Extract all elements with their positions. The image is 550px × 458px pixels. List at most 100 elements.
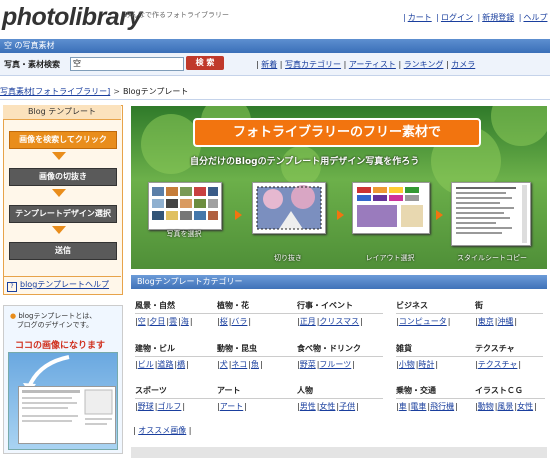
cat-link[interactable]: 小物 (399, 360, 415, 369)
category-link[interactable]: 写真カテゴリー (285, 60, 341, 69)
cat-link[interactable]: 女性 (319, 402, 335, 411)
cat-link[interactable]: 橋 (177, 360, 185, 369)
category-texture: テクスチャ |テクスチャ| (475, 343, 543, 370)
help-link[interactable]: ヘルプ (523, 13, 547, 22)
cat-link[interactable]: ネコ (231, 360, 247, 369)
cat-link[interactable]: テクスチャ (478, 360, 518, 369)
promo-template-preview (18, 386, 116, 444)
step-thumbnail-stylesheet (451, 182, 531, 246)
photo-grid-icon (152, 187, 218, 220)
category-city: 街 |東京|沖縄| (475, 300, 543, 327)
cat-link[interactable]: 男性 (300, 402, 316, 411)
step-thumbnail-select (148, 182, 222, 230)
crop-photo-icon (256, 185, 322, 230)
cat-link[interactable]: 女性 (517, 402, 533, 411)
cat-link[interactable]: 沖縄 (497, 317, 513, 326)
category-business: ビジネス |コンピュータ| (396, 300, 482, 327)
step-design: テンプレートデザイン選択 (9, 205, 117, 223)
category-plants: 植物・花 |桜|バラ| (217, 300, 303, 327)
cat-link[interactable]: 子供 (339, 402, 355, 411)
bullet-icon: ● (10, 312, 17, 320)
camera-link[interactable]: カメラ (451, 60, 475, 69)
ranking-link[interactable]: ランキング (404, 60, 444, 69)
code-sheet-icon (456, 185, 527, 243)
recommended-link: | オススメ画像 | (133, 426, 192, 435)
cat-link[interactable]: 電車 (410, 402, 426, 411)
cat-link[interactable]: バラ (231, 317, 247, 326)
category-title: Blogテンプレートカテゴリー (137, 277, 243, 286)
promo-highlight: ココの画像になります (15, 341, 106, 351)
cat-link[interactable]: 時計 (418, 360, 434, 369)
cat-link[interactable]: 東京 (478, 317, 494, 326)
search-label: 写真・素材検索 (4, 60, 60, 69)
promo-text: ● blogテンプレートとは、 ブログのデザインです。 (10, 312, 97, 329)
cat-link[interactable]: 飛行機 (430, 402, 454, 411)
artist-link[interactable]: アーティスト (349, 60, 396, 69)
category-events: 行事・イベント |正月|クリスマス| (297, 300, 383, 327)
category-vehicles: 乗物・交通 |車|電車|飛行機| (396, 385, 482, 412)
cat-link[interactable]: 車 (399, 402, 407, 411)
arrow-right-icon (436, 210, 443, 220)
caption-stylesheet: スタイルシートコピー (457, 254, 527, 262)
cat-link[interactable]: 野球 (138, 402, 154, 411)
category-buildings: 建物・ビル |ビル|道路|橋| (135, 343, 221, 370)
cat-link[interactable]: ビル (138, 360, 154, 369)
caption-layout: レイアウト選択 (365, 254, 415, 262)
cat-link[interactable]: 犬 (220, 360, 228, 369)
layout-palette-icon (357, 187, 423, 227)
category-food: 食べ物・ドリンク |野菜|フルーツ| (297, 343, 383, 370)
help-icon: ? (7, 282, 17, 292)
cat-link[interactable]: ゴルフ (157, 402, 181, 411)
site-tagline: みんなで作るフォトライブラリー (124, 11, 229, 19)
search-button[interactable]: 検 索 (186, 56, 224, 70)
cat-link[interactable]: クリスマス (319, 317, 359, 326)
search-section-title: 空 の写真素材 (4, 41, 55, 50)
site-logo[interactable]: photolibrary (2, 2, 142, 32)
arrow-down-icon (52, 189, 66, 197)
step-crop: 画像の切抜き (9, 168, 117, 186)
search-input[interactable]: 空 (70, 57, 184, 71)
step-search[interactable]: 画像を検索してクリック (9, 131, 117, 149)
banner-title: フォトライブラリーのフリー素材で (193, 118, 481, 147)
category-animals: 動物・昆虫 |犬|ネコ|魚| (217, 343, 303, 370)
category-illustration: イラストＣＧ |動物|風景|女性| (475, 385, 545, 412)
caption-crop: 切り抜き (274, 254, 302, 262)
template-help-link[interactable]: blogテンプレートヘルプ (20, 280, 109, 289)
cat-link[interactable]: 動物 (478, 402, 494, 411)
category-landscape: 風景・自然 |空|夕日|雲|海| (135, 300, 221, 327)
register-link[interactable]: 新規登録 (482, 13, 514, 22)
template-preview-icon (22, 389, 113, 425)
cat-link[interactable]: コンピュータ (399, 317, 447, 326)
category-goods: 雑貨 |小物|時計| (396, 343, 482, 370)
new-link[interactable]: 新着 (261, 60, 277, 69)
steps-panel-title: Blog テンプレート (3, 105, 121, 120)
cat-link[interactable]: 桜 (220, 317, 228, 326)
help-box: ? blogテンプレートヘルプ (3, 276, 121, 293)
step-thumbnail-crop (252, 182, 326, 234)
banner-subtitle: 自分だけのBlogのテンプレート用デザイン写真を作ろう (190, 157, 420, 167)
cat-link[interactable]: 正月 (300, 317, 316, 326)
cart-link[interactable]: カート (408, 13, 432, 22)
sub-nav: | 新着 | 写真カテゴリー | アーティスト | ランキング | カメラ (256, 60, 476, 69)
cat-link[interactable]: 魚 (251, 360, 259, 369)
category-bar: Blogテンプレートカテゴリー (131, 275, 547, 289)
login-link[interactable]: ログイン (441, 13, 473, 22)
cat-link[interactable]: 雲 (169, 317, 177, 326)
footer-bar (131, 447, 547, 458)
arrow-right-icon (337, 210, 344, 220)
cat-link[interactable]: 野菜 (300, 360, 316, 369)
cat-link[interactable]: フルーツ (319, 360, 351, 369)
breadcrumb-home[interactable]: 写真素材[フォトライブラリー] (0, 87, 110, 96)
caption-select: 写真を選択 (166, 230, 202, 238)
cat-link[interactable]: 夕日 (149, 317, 165, 326)
cat-link[interactable]: 道路 (157, 360, 173, 369)
cat-link[interactable]: 空 (138, 317, 146, 326)
cat-link[interactable]: アート (220, 402, 244, 411)
recommended-images-link[interactable]: オススメ画像 (138, 426, 186, 435)
cat-link[interactable]: 風景 (497, 402, 513, 411)
divider (0, 99, 550, 100)
category-grid: 風景・自然 |空|夕日|雲|海| 植物・花 |桜|バラ| 行事・イベント |正月… (131, 291, 547, 431)
category-people: 人物 |男性|女性|子供| (297, 385, 383, 412)
search-section-bar: 空 の写真素材 (0, 39, 550, 53)
cat-link[interactable]: 海 (181, 317, 189, 326)
